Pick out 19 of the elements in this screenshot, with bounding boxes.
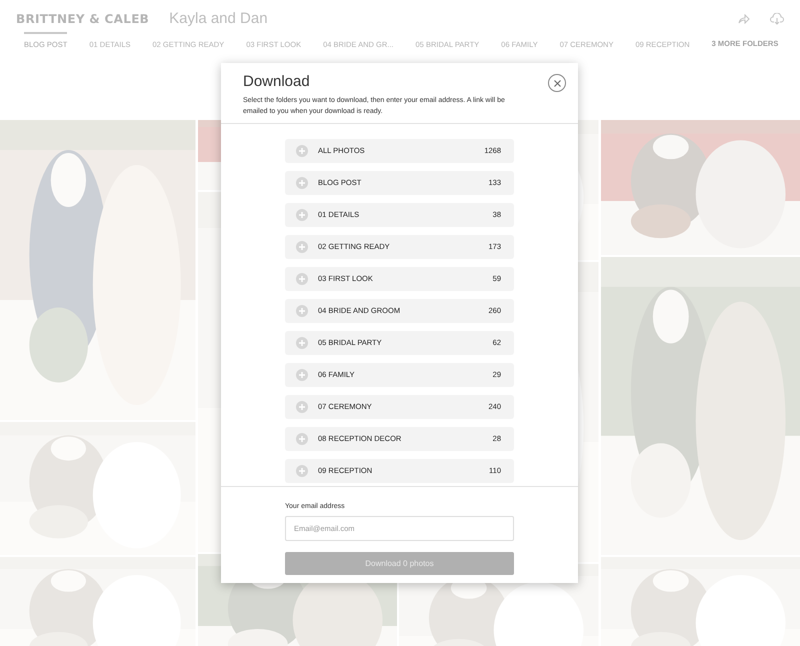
plus-circle-icon: [296, 465, 308, 477]
plus-circle-icon: [296, 369, 308, 381]
logo[interactable]: BRITTNEY & CALEB: [16, 10, 150, 28]
plus-circle-icon: [296, 209, 308, 221]
download-button[interactable]: Download 0 photos: [285, 552, 514, 575]
plus-circle-icon: [296, 337, 308, 349]
plus-circle-icon: [296, 145, 308, 157]
plus-circle-icon: [296, 177, 308, 189]
plus-circle-icon: [296, 433, 308, 445]
gallery-title: Kayla and Dan: [169, 8, 268, 29]
share-icon[interactable]: [738, 14, 750, 24]
close-button[interactable]: [548, 74, 566, 92]
plus-circle-icon: [296, 305, 308, 317]
plus-circle-icon: [296, 241, 308, 253]
cloud-download-icon[interactable]: [770, 13, 784, 25]
dialog-title: Download: [243, 72, 311, 92]
close-icon: [554, 80, 560, 86]
plus-circle-icon: [296, 273, 308, 285]
plus-circle-icon: [296, 401, 308, 413]
